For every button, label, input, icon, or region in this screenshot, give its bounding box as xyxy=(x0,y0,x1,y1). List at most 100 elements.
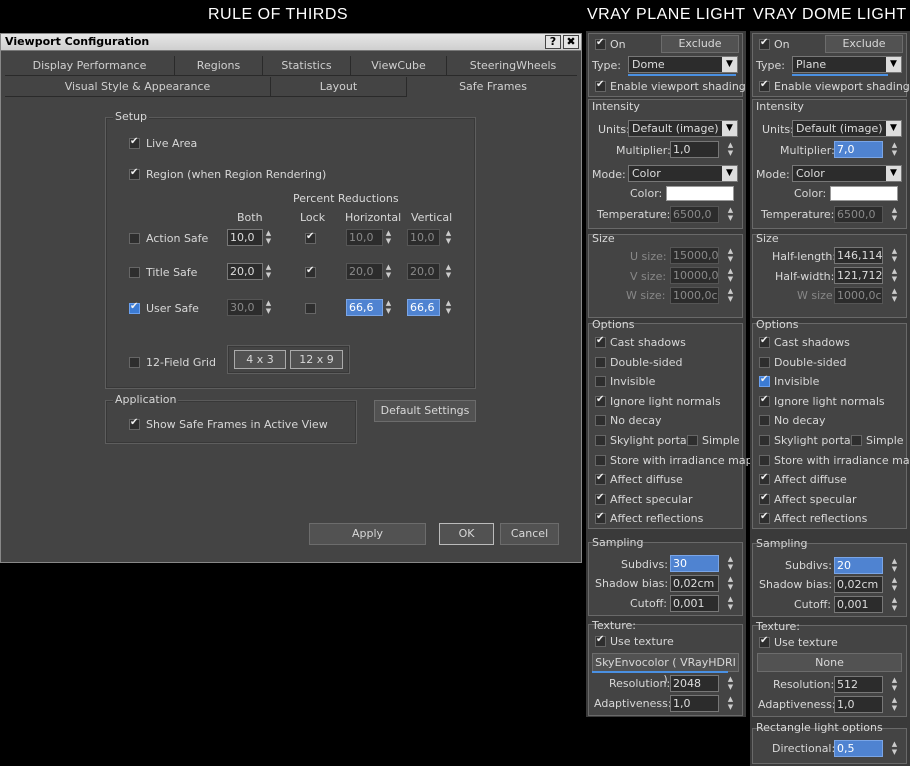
spinner-arrows-icon[interactable]: ▲ ▼ xyxy=(890,576,899,593)
user-safe-checkbox[interactable] xyxy=(129,301,140,314)
spinner-arrows-icon[interactable]: ▲ ▼ xyxy=(384,263,393,280)
spinner-arrows-icon[interactable]: ▲ ▼ xyxy=(444,299,453,316)
chevron-down-icon[interactable]: ▼ xyxy=(886,166,901,181)
dome-half-width-field[interactable]: 121,712cr xyxy=(834,267,883,284)
dome-enable-shading-checkbox[interactable] xyxy=(759,79,770,92)
spinner-arrows-icon[interactable]: ▲ ▼ xyxy=(890,696,899,713)
dome-multiplier-field[interactable]: 7,0 xyxy=(834,141,883,158)
dome-option-checkbox[interactable] xyxy=(759,335,770,348)
plane-multiplier-field[interactable]: 1,0 xyxy=(670,141,719,158)
plane-units-dropdown[interactable]: Default (image) ▼ xyxy=(628,120,738,137)
tab-statistics[interactable]: Statistics xyxy=(263,56,351,76)
plane-color-swatch[interactable] xyxy=(666,186,734,201)
plane-option-checkbox[interactable] xyxy=(595,376,606,387)
chevron-down-icon[interactable]: ▼ xyxy=(886,121,901,136)
action-safe-lock[interactable] xyxy=(305,231,316,244)
help-button[interactable]: ? xyxy=(545,35,561,49)
dome-on-checkbox[interactable] xyxy=(759,37,770,50)
action-safe-checkbox[interactable] xyxy=(129,233,140,244)
title-safe-checkbox[interactable] xyxy=(129,267,140,278)
dome-option-checkbox[interactable] xyxy=(759,374,770,387)
dome-resolution-field[interactable]: 512 xyxy=(834,676,883,693)
plane-type-dropdown[interactable]: Dome ▼ xyxy=(628,56,738,73)
action-safe-vertical[interactable]: 10,0 xyxy=(407,229,440,246)
spinner-arrows-icon[interactable]: ▲ ▼ xyxy=(726,555,735,572)
dome-mode-dropdown[interactable]: Color ▼ xyxy=(792,165,902,182)
spinner-arrows-icon[interactable]: ▲ ▼ xyxy=(444,229,453,246)
plane-exclude-button[interactable]: Exclude xyxy=(661,35,739,53)
spinner-arrows-icon[interactable]: ▲ ▼ xyxy=(726,675,735,692)
plane-option-checkbox[interactable] xyxy=(595,394,606,407)
plane-cutoff-field[interactable]: 0,001 xyxy=(670,595,719,612)
dome-adaptiveness-field[interactable]: 1,0 xyxy=(834,696,883,713)
tab-steeringwheels[interactable]: SteeringWheels xyxy=(447,56,579,76)
user-safe-both[interactable]: 30,0 xyxy=(227,299,263,316)
spinner-arrows-icon[interactable]: ▲ ▼ xyxy=(726,267,735,284)
spinner-arrows-icon[interactable]: ▲ ▼ xyxy=(890,287,899,304)
dome-option-checkbox[interactable] xyxy=(759,472,770,485)
dome-half-length-field[interactable]: 146,114cr xyxy=(834,247,883,264)
title-safe-vertical[interactable]: 20,0 xyxy=(407,263,440,280)
dome-exclude-button[interactable]: Exclude xyxy=(825,35,903,53)
plane-shadow-bias-field[interactable]: 0,02cm xyxy=(670,575,719,592)
spinner-arrows-icon[interactable]: ▲ ▼ xyxy=(264,299,273,316)
spinner-arrows-icon[interactable]: ▲ ▼ xyxy=(890,247,899,264)
plane-adaptiveness-field[interactable]: 1,0 xyxy=(670,695,719,712)
dome-w-size-field[interactable]: 1000,0cm xyxy=(834,287,883,304)
dome-temperature-field[interactable]: 6500,0 xyxy=(834,206,883,223)
dome-units-dropdown[interactable]: Default (image) ▼ xyxy=(792,120,902,137)
dome-type-dropdown[interactable]: Plane ▼ xyxy=(792,56,902,73)
spinner-arrows-icon[interactable]: ▲ ▼ xyxy=(384,299,393,316)
action-safe-both[interactable]: 10,0 xyxy=(227,229,263,246)
spinner-arrows-icon[interactable]: ▲ ▼ xyxy=(890,141,899,158)
dome-option-checkbox[interactable] xyxy=(759,394,770,407)
tab-safe-frames[interactable]: Safe Frames xyxy=(407,77,579,97)
spinner-arrows-icon[interactable]: ▲ ▼ xyxy=(890,740,899,757)
dome-option-checkbox[interactable] xyxy=(759,455,770,466)
user-safe-horizontal[interactable]: 66,6 xyxy=(346,299,383,316)
plane-option-checkbox[interactable] xyxy=(595,455,606,466)
plane-option-checkbox[interactable] xyxy=(595,492,606,505)
plane-temperature-field[interactable]: 6500,0 xyxy=(670,206,719,223)
dome-shadow-bias-field[interactable]: 0,02cm xyxy=(834,576,883,593)
ok-button[interactable]: OK xyxy=(439,523,494,545)
grid-12x9-button[interactable]: 12 x 9 xyxy=(290,350,343,369)
dome-directional-field[interactable]: 0,5 xyxy=(834,740,883,757)
spinner-arrows-icon[interactable]: ▲ ▼ xyxy=(890,206,899,223)
default-settings-button[interactable]: Default Settings xyxy=(374,400,476,422)
spinner-arrows-icon[interactable]: ▲ ▼ xyxy=(726,141,735,158)
dome-simple-checkbox[interactable] xyxy=(851,435,862,446)
chevron-down-icon[interactable]: ▼ xyxy=(722,121,737,136)
twelve-field-checkbox[interactable] xyxy=(129,357,140,368)
spinner-arrows-icon[interactable]: ▲ ▼ xyxy=(890,596,899,613)
dome-option-checkbox[interactable] xyxy=(759,357,770,368)
close-button[interactable]: ✖ xyxy=(563,35,579,49)
plane-option-checkbox[interactable] xyxy=(595,415,606,426)
chevron-down-icon[interactable]: ▼ xyxy=(886,57,901,72)
spinner-arrows-icon[interactable]: ▲ ▼ xyxy=(726,287,735,304)
plane-option-checkbox[interactable] xyxy=(595,472,606,485)
tab-layout[interactable]: Layout xyxy=(271,77,407,97)
plane-simple-checkbox[interactable] xyxy=(687,435,698,446)
title-safe-both[interactable]: 20,0 xyxy=(227,263,263,280)
spinner-arrows-icon[interactable]: ▲ ▼ xyxy=(726,595,735,612)
cancel-button[interactable]: Cancel xyxy=(500,523,559,545)
apply-button[interactable]: Apply xyxy=(309,523,426,545)
plane-option-checkbox[interactable] xyxy=(595,335,606,348)
dome-option-checkbox[interactable] xyxy=(759,415,770,426)
spinner-arrows-icon[interactable]: ▲ ▼ xyxy=(726,247,735,264)
spinner-arrows-icon[interactable]: ▲ ▼ xyxy=(726,206,735,223)
plane-texture-map-button[interactable]: SkyEnvocolor ( VRayHDRI ) xyxy=(592,653,739,686)
plane-u-size-field[interactable]: 15000,0cr xyxy=(670,247,719,264)
spinner-arrows-icon[interactable]: ▲ ▼ xyxy=(726,695,735,712)
tab-display-performance[interactable]: Display Performance xyxy=(5,56,175,76)
tab-viewcube[interactable]: ViewCube xyxy=(351,56,447,76)
tab-visual-style[interactable]: Visual Style & Appearance xyxy=(5,77,271,97)
spinner-arrows-icon[interactable]: ▲ ▼ xyxy=(890,676,899,693)
dome-color-swatch[interactable] xyxy=(830,186,898,201)
live-area-checkbox[interactable] xyxy=(129,136,140,149)
plane-enable-shading-checkbox[interactable] xyxy=(595,79,606,92)
dome-cutoff-field[interactable]: 0,001 xyxy=(834,596,883,613)
dome-option-checkbox[interactable] xyxy=(759,492,770,505)
user-safe-vertical[interactable]: 66,6 xyxy=(407,299,440,316)
